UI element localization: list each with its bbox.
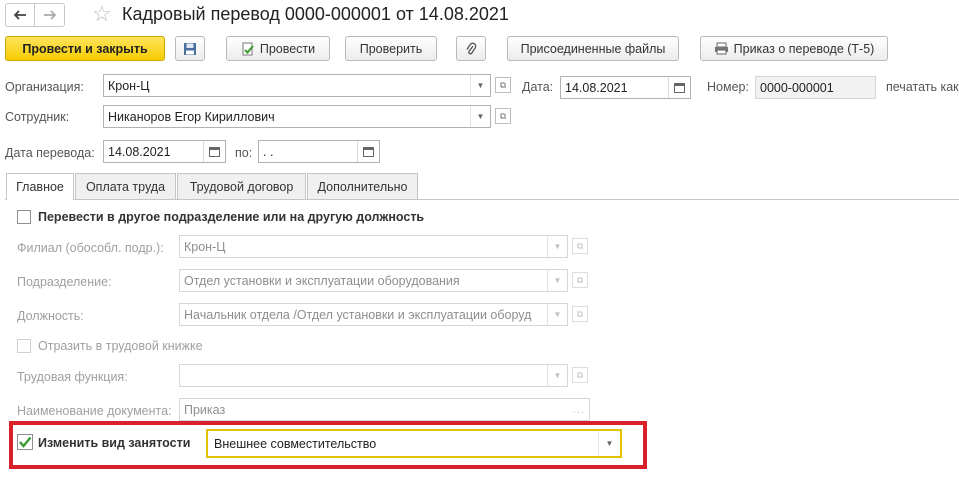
employment-type-field[interactable]: Внешнее совместительство ▼ xyxy=(206,429,622,458)
branch-value: Крон-Ц xyxy=(184,239,226,254)
chevron-down-icon[interactable]: ▼ xyxy=(470,106,490,127)
post-button[interactable]: Провести xyxy=(226,36,330,61)
department-field: Отдел установки и эксплуатации оборудова… xyxy=(179,269,568,292)
checkmark-icon xyxy=(19,436,32,448)
date-value: 14.08.2021 xyxy=(565,80,628,95)
organization-field[interactable]: Крон-Ц ▼ xyxy=(103,74,491,97)
position-value: Начальник отдела /Отдел установки и эксп… xyxy=(184,307,532,322)
open-icon[interactable]: ⧉ xyxy=(495,77,511,93)
doc-name-value: Приказ xyxy=(184,402,226,417)
arrow-right-icon xyxy=(44,10,56,20)
tab-labor-contract[interactable]: Трудовой договор xyxy=(177,173,306,199)
tab-main[interactable]: Главное xyxy=(6,173,74,200)
employee-label: Сотрудник: xyxy=(5,110,70,124)
check-button[interactable]: Проверить xyxy=(345,36,437,61)
printer-icon xyxy=(714,42,728,55)
calendar-icon[interactable] xyxy=(668,77,690,98)
labor-function-label: Трудовая функция: xyxy=(17,370,128,384)
back-button[interactable] xyxy=(5,3,35,27)
transfer-date-value: 14.08.2021 xyxy=(108,144,171,159)
attached-files-button[interactable]: Присоединенные файлы xyxy=(507,36,679,61)
workbook-label: Отразить в трудовой книжке xyxy=(38,339,203,353)
print-as-label: печатать как xyxy=(886,80,959,94)
open-icon: ⧉ xyxy=(572,272,588,288)
position-field: Начальник отдела /Отдел установки и эксп… xyxy=(179,303,568,326)
open-icon: ⧉ xyxy=(572,238,588,254)
transfer-checkbox[interactable] xyxy=(17,210,31,224)
change-employment-checkbox[interactable] xyxy=(17,434,33,450)
chevron-down-icon: ▼ xyxy=(547,236,567,257)
transfer-date-label: Дата перевода: xyxy=(5,146,95,160)
position-label: Должность: xyxy=(17,309,84,323)
organization-label: Организация: xyxy=(5,80,84,94)
department-value: Отдел установки и эксплуатации оборудова… xyxy=(184,273,460,288)
employment-type-value: Внешнее совместительство xyxy=(214,436,377,451)
chevron-down-icon: ▼ xyxy=(547,365,567,386)
branch-field: Крон-Ц ▼ xyxy=(179,235,568,258)
post-document-icon xyxy=(242,42,254,55)
to-date-field[interactable]: . . xyxy=(258,140,380,163)
more-icon: ... xyxy=(572,403,586,416)
open-icon[interactable]: ⧉ xyxy=(495,108,511,124)
chevron-down-icon: ▼ xyxy=(547,270,567,291)
page-title: Кадровый перевод 0000-000001 от 14.08.20… xyxy=(122,4,509,24)
arrow-left-icon xyxy=(13,10,26,20)
post-button-label: Провести xyxy=(259,41,316,56)
paperclip-icon xyxy=(466,42,477,54)
labor-function-field: ▼ xyxy=(179,364,568,387)
forward-button[interactable] xyxy=(35,3,65,27)
save-button[interactable] xyxy=(175,36,205,61)
tab-additional[interactable]: Дополнительно xyxy=(307,173,418,199)
transfer-date-field[interactable]: 14.08.2021 xyxy=(103,140,226,163)
employee-value: Никаноров Егор Кириллович xyxy=(108,109,275,124)
employee-field[interactable]: Никаноров Егор Кириллович ▼ xyxy=(103,105,491,128)
attach-button[interactable] xyxy=(456,36,486,61)
chevron-down-icon[interactable]: ▼ xyxy=(470,75,490,96)
print-order-button[interactable]: Приказ о переводе (Т-5) xyxy=(700,36,888,61)
date-field[interactable]: 14.08.2021 xyxy=(560,76,691,99)
to-label: по: xyxy=(235,146,253,160)
change-employment-label: Изменить вид занятости xyxy=(38,436,191,450)
tab-payroll[interactable]: Оплата труда xyxy=(75,173,176,199)
number-label: Номер: xyxy=(707,80,749,94)
tabs-divider xyxy=(5,199,959,200)
post-and-close-button[interactable]: Провести и закрыть xyxy=(5,36,165,61)
star-icon[interactable]: ☆ xyxy=(92,3,112,25)
transfer-checkbox-label: Перевести в другое подразделение или на … xyxy=(38,210,425,224)
doc-name-field: Приказ ... xyxy=(179,398,590,421)
calendar-icon[interactable] xyxy=(357,141,379,162)
open-icon: ⧉ xyxy=(572,306,588,322)
to-date-value: . . xyxy=(263,144,274,159)
branch-label: Филиал (обособл. подр.): xyxy=(17,241,164,255)
print-order-label: Приказ о переводе (Т-5) xyxy=(733,41,875,56)
date-label: Дата: xyxy=(522,80,554,94)
chevron-down-icon[interactable]: ▼ xyxy=(598,431,620,456)
calendar-icon[interactable] xyxy=(203,141,225,162)
number-value: 0000-000001 xyxy=(760,80,834,95)
doc-name-label: Наименование документа: xyxy=(17,404,172,418)
chevron-down-icon: ▼ xyxy=(547,304,567,325)
department-label: Подразделение: xyxy=(17,275,112,289)
floppy-disk-icon xyxy=(184,42,196,55)
number-field[interactable]: 0000-000001 xyxy=(755,76,876,99)
organization-value: Крон-Ц xyxy=(108,78,150,93)
open-icon: ⧉ xyxy=(572,367,588,383)
workbook-checkbox xyxy=(17,339,31,353)
